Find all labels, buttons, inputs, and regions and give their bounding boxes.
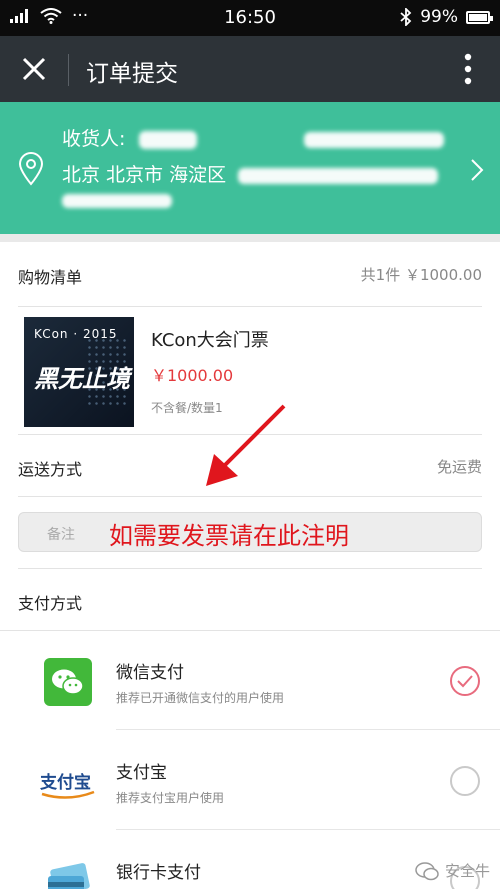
cart-header: 购物清单 共1件 ￥1000.00 (18, 264, 482, 288)
page-title: 订单提交 (86, 61, 178, 87)
address-line: 北京 北京市 海淀区 (62, 160, 439, 187)
bank-card-icon (48, 863, 90, 889)
shipping-value: 免运费 (436, 458, 482, 476)
payment-header: 支付方式 (18, 594, 83, 613)
status-right: 99% (400, 7, 493, 27)
nav-divider (68, 54, 69, 86)
payment-desc: 推荐支付宝用户使用 (116, 791, 225, 805)
location-pin-icon (18, 152, 44, 186)
watermark: 安全牛 (415, 860, 490, 881)
close-icon[interactable] (20, 55, 48, 83)
cart-summary: 共1件 ￥1000.00 (360, 266, 482, 284)
battery-fill (469, 13, 487, 21)
redacted-address (238, 167, 439, 184)
shipping-label: 运送方式 (18, 460, 83, 479)
wechat-pay-icon (44, 658, 92, 706)
note-input[interactable]: 备注 如需要发票请在此注明 (18, 512, 482, 552)
payment-option-alipay[interactable]: 支付宝 支付宝 推荐支付宝用户使用 (0, 732, 500, 830)
payment-option-wechat[interactable]: 微信支付 推荐已开通微信支付的用户使用 (0, 632, 500, 730)
divider (18, 568, 482, 569)
image-brand-text: KCon · 2015 (34, 327, 118, 341)
checkmark-icon (457, 675, 473, 688)
redacted-address-line2 (62, 194, 172, 208)
watermark-text: 安全牛 (444, 862, 490, 880)
chevron-right-icon (471, 159, 484, 181)
invoice-callout: 如需要发票请在此注明 (109, 522, 349, 550)
receiver-line: 收货人: (62, 124, 444, 151)
address-location: 北京 北京市 海淀区 (62, 164, 227, 186)
divider (116, 829, 500, 830)
redacted-name (139, 130, 198, 149)
annotation-arrow-icon (206, 404, 286, 486)
bluetooth-icon (400, 8, 412, 26)
product-name[interactable]: KCon大会门票 (151, 326, 269, 352)
payment-name: 银行卡支付 (116, 863, 201, 883)
image-slogan-text: 黑无止境 (34, 365, 130, 393)
payment-radio-selected[interactable] (450, 666, 480, 696)
wechat-official-icon (415, 861, 439, 880)
divider (0, 630, 500, 631)
battery-percent: 99% (420, 7, 458, 27)
payment-name: 支付宝 (116, 763, 167, 783)
receiver-label: 收货人: (62, 128, 126, 150)
alipay-icon-text: 支付宝 (40, 772, 91, 792)
product-image[interactable]: KCon · 2015 黑无止境 (24, 317, 134, 427)
payment-radio[interactable] (450, 766, 480, 796)
payment-name: 微信支付 (116, 663, 184, 683)
note-placeholder: 备注 (47, 527, 75, 543)
divider (18, 496, 482, 497)
nav-bar: 订单提交 (0, 36, 500, 102)
order-card: 购物清单 共1件 ￥1000.00 KCon · 2015 黑无止境 KCon大… (0, 242, 500, 889)
cart-title: 购物清单 (18, 268, 83, 287)
divider (18, 306, 482, 307)
battery-icon (466, 10, 493, 24)
alipay-icon: 支付宝 (40, 772, 95, 799)
payment-desc: 推荐已开通微信支付的用户使用 (116, 691, 285, 705)
product-price: ￥1000.00 (151, 366, 234, 385)
status-bar: ··· 16:50 99% (0, 0, 500, 36)
divider (116, 729, 500, 730)
address-panel[interactable]: 收货人: 北京 北京市 海淀区 (0, 102, 500, 234)
redacted-phone (303, 131, 444, 148)
more-options-icon[interactable] (464, 52, 472, 86)
